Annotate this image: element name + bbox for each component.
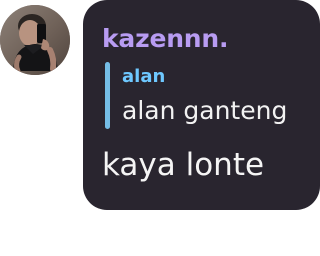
message-card: kazennn. alan alan ganteng kaya lonte <box>0 0 320 256</box>
avatar[interactable] <box>0 5 70 75</box>
message-text: kaya lonte <box>102 147 265 183</box>
reply-bar <box>105 62 110 129</box>
username[interactable]: kazennn. <box>102 24 228 53</box>
reply-author[interactable]: alan <box>122 66 165 87</box>
reply-text[interactable]: alan ganteng <box>122 96 287 125</box>
